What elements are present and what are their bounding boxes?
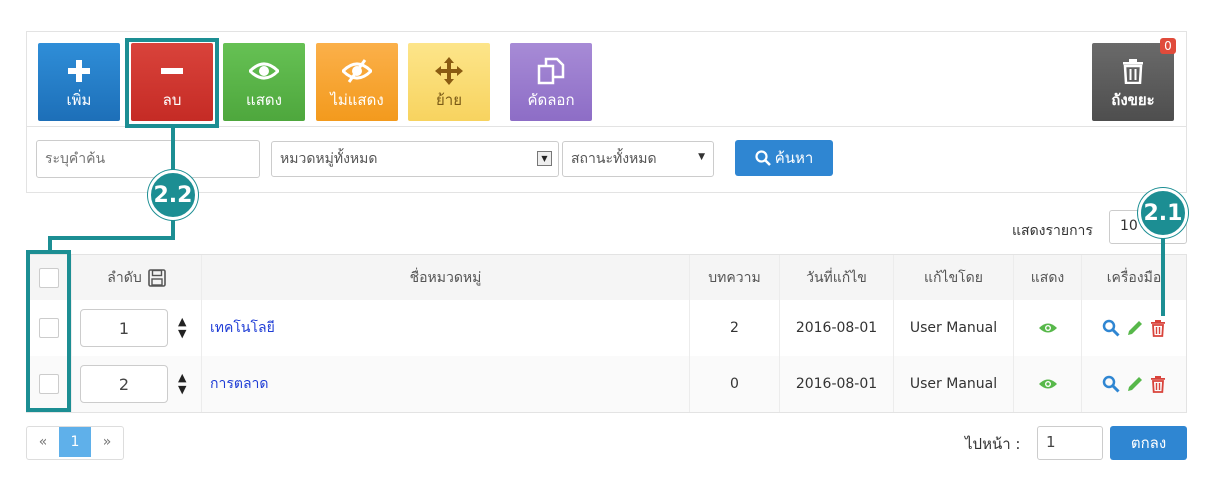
- goto-page-input[interactable]: 1: [1037, 426, 1103, 460]
- order-input[interactable]: 1: [80, 309, 168, 347]
- article-count: 0: [690, 356, 780, 412]
- show-count-label: แสดงรายการ: [1012, 223, 1093, 239]
- status-select[interactable]: สถานะทั้งหมด ▼: [562, 141, 714, 177]
- add-label: เพิ่ม: [66, 91, 92, 109]
- row-checkbox[interactable]: [39, 374, 59, 394]
- pagination-prev[interactable]: «: [27, 427, 59, 457]
- header-show: แสดง: [1014, 255, 1082, 300]
- move-button[interactable]: ย้าย: [408, 43, 490, 121]
- show-count-value: 10: [1120, 218, 1138, 234]
- pagination-page[interactable]: 1: [59, 427, 91, 457]
- delete-button[interactable]: ลบ: [131, 43, 213, 121]
- delete-label: ลบ: [162, 91, 182, 109]
- modified-date: 2016-08-01: [780, 300, 894, 356]
- header-name: ชื่อหมวดหมู่: [202, 255, 690, 300]
- modified-by: User Manual: [894, 300, 1014, 356]
- trash-icon: [1123, 59, 1143, 84]
- status-select-value: สถานะทั้งหมด: [571, 151, 657, 167]
- order-value: 2: [118, 374, 130, 394]
- category-name-link[interactable]: การตลาด: [210, 373, 268, 395]
- eye-icon: [249, 62, 279, 80]
- pagination: « 1 »: [26, 426, 124, 460]
- search-button-label: ค้นหา: [774, 149, 814, 167]
- category-select[interactable]: หมวดหมู่ทั้งหมด ▼: [271, 141, 559, 177]
- header-modified-by: แก้ไขโดย: [894, 255, 1014, 300]
- pencil-icon[interactable]: [1126, 319, 1144, 337]
- table-row: 2 ▲ ▼ การตลาด 0 2016-08-01 User Manual: [27, 356, 1186, 412]
- category-table: ลำดับ ชื่อหมวดหมู่ บทความ วันที่แก้ไข แก…: [26, 254, 1187, 413]
- callout-connector: [1161, 236, 1165, 316]
- trash-icon[interactable]: [1150, 375, 1166, 393]
- toolbar: เพิ่ม ลบ แสดง ไม่แสดง ย้าย คัดลอก ถังขยะ…: [26, 31, 1187, 127]
- order-value: 1: [118, 318, 130, 338]
- filter-bar: หมวดหมู่ทั้งหมด ▼ สถานะทั้งหมด ▼ ค้นหา: [26, 127, 1187, 193]
- callout-connector: [171, 128, 175, 172]
- show-button[interactable]: แสดง: [223, 43, 305, 121]
- pencil-icon[interactable]: [1126, 375, 1144, 393]
- table-row: 1 ▲ ▼ เทคโนโลยี 2 2016-08-01 User Manual: [27, 300, 1186, 357]
- search-button[interactable]: ค้นหา: [735, 140, 833, 176]
- step-callout-2-1: 2.1: [1138, 188, 1188, 238]
- pagination-next[interactable]: »: [91, 427, 123, 457]
- arrow-down-icon[interactable]: ▼: [178, 328, 186, 340]
- row-checkbox[interactable]: [39, 318, 59, 338]
- hide-button[interactable]: ไม่แสดง: [316, 43, 398, 121]
- goto-page-value: 1: [1046, 433, 1056, 451]
- step-callout-2-2: 2.2: [148, 170, 198, 220]
- search-icon: [755, 150, 771, 166]
- select-all-checkbox[interactable]: [39, 267, 59, 288]
- hide-label: ไม่แสดง: [330, 91, 384, 109]
- move-label: ย้าย: [435, 91, 462, 109]
- add-button[interactable]: เพิ่ม: [38, 43, 120, 121]
- article-count: 2: [690, 300, 780, 356]
- move-arrows-icon: [435, 57, 463, 85]
- order-stepper[interactable]: ▲ ▼: [178, 316, 186, 340]
- category-select-value: หมวดหมู่ทั้งหมด: [280, 151, 378, 167]
- header-modified: วันที่แก้ไข: [780, 255, 894, 300]
- save-icon[interactable]: [147, 268, 166, 287]
- search-icon[interactable]: [1102, 319, 1120, 337]
- goto-page-label: ไปหน้า :: [965, 435, 1021, 453]
- show-label: แสดง: [246, 91, 282, 109]
- search-input[interactable]: [36, 140, 260, 178]
- eye-icon[interactable]: [1038, 321, 1058, 335]
- copy-button[interactable]: คัดลอก: [510, 43, 592, 121]
- eye-icon[interactable]: [1038, 377, 1058, 391]
- copy-icon: [537, 57, 565, 85]
- minus-icon: [161, 68, 183, 74]
- trash-button[interactable]: ถังขยะ 0: [1092, 38, 1176, 121]
- search-icon[interactable]: [1102, 375, 1120, 393]
- arrow-down-icon[interactable]: ▼: [178, 384, 186, 396]
- copy-label: คัดลอก: [527, 91, 575, 109]
- eye-slash-icon: [342, 59, 372, 83]
- trash-count-badge: 0: [1160, 38, 1176, 54]
- header-order: ลำดับ: [107, 269, 142, 286]
- order-stepper[interactable]: ▲ ▼: [178, 372, 186, 396]
- trash-label: ถังขยะ: [1111, 91, 1155, 109]
- trash-icon[interactable]: [1150, 319, 1166, 337]
- plus-icon: [68, 60, 90, 82]
- modified-by: User Manual: [894, 356, 1014, 412]
- goto-ok-button[interactable]: ตกลง: [1110, 426, 1187, 460]
- modified-date: 2016-08-01: [780, 356, 894, 412]
- header-articles: บทความ: [690, 255, 780, 300]
- caret-down-icon: ▼: [698, 152, 705, 162]
- header-tools: เครื่องมือ: [1106, 269, 1162, 286]
- order-input[interactable]: 2: [80, 365, 168, 403]
- callout-connector: [48, 236, 52, 252]
- chevron-down-icon: ▼: [537, 151, 552, 166]
- table-header: ลำดับ ชื่อหมวดหมู่ บทความ วันที่แก้ไข แก…: [27, 255, 1186, 301]
- callout-connector: [48, 236, 175, 240]
- category-name-link[interactable]: เทคโนโลยี: [210, 317, 275, 339]
